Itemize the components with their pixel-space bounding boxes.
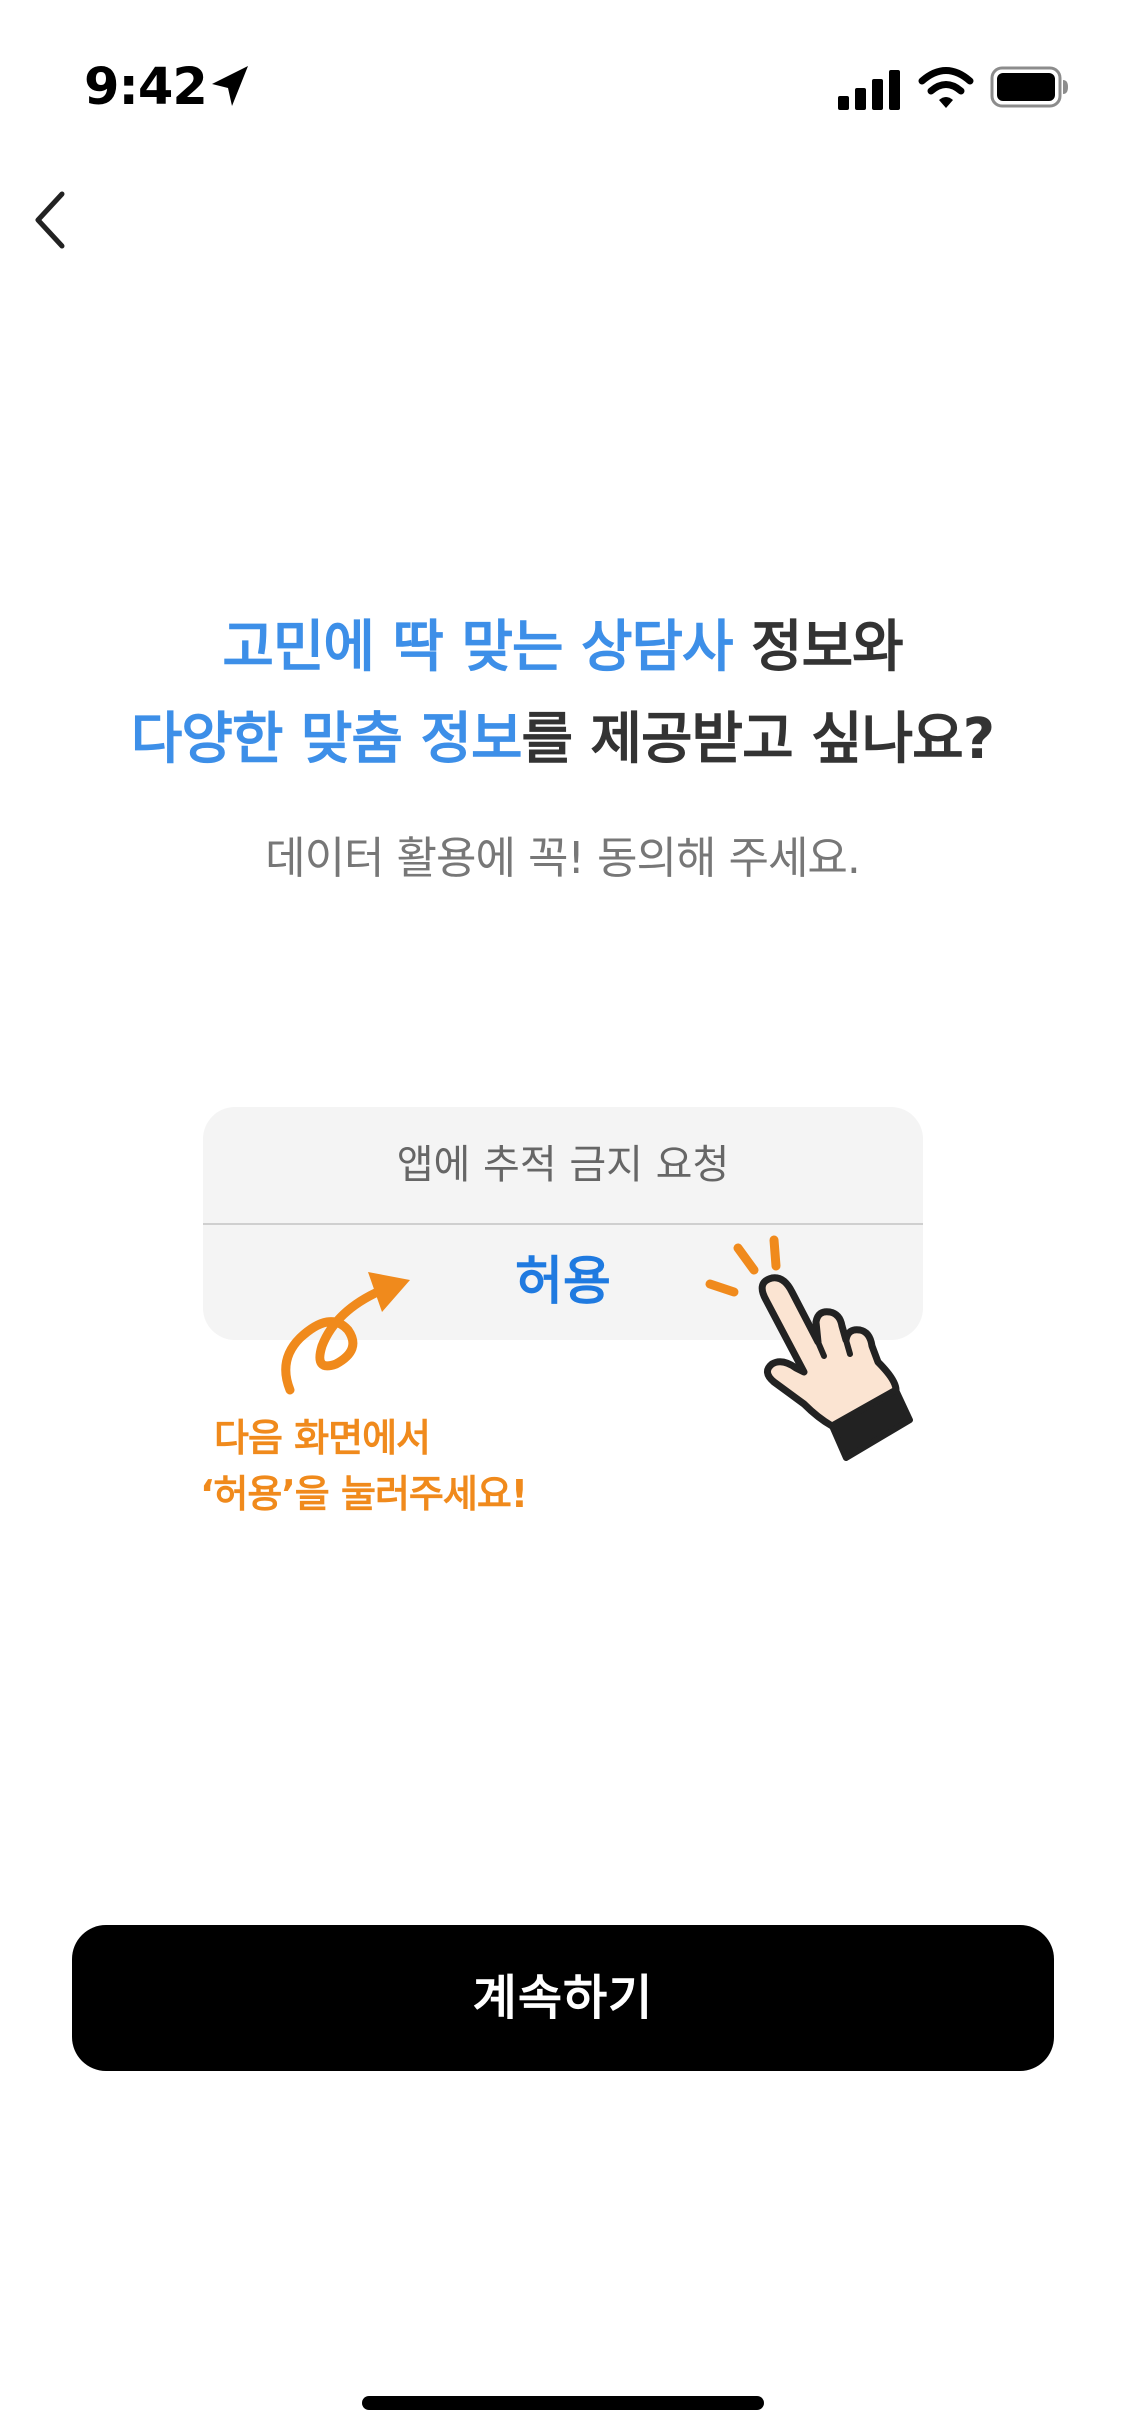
title-rest-2: 를 제공받고 싶나요? <box>521 707 996 772</box>
continue-button[interactable]: 계속하기 <box>72 1925 1054 2071</box>
status-time: 9:42 <box>84 58 208 117</box>
cellular-signal-icon <box>838 70 900 110</box>
instruction-annotation: 다음 화면에서 ‘허용’을 눌러주세요! <box>200 1410 600 1522</box>
title-rest-1: 정보와 <box>732 615 904 680</box>
page-subtitle: 데이터 활용에 꼭! 동의해 주세요. <box>265 833 861 884</box>
page-title: 고민에 딱 맞는 상담사 정보와 다양한 맞춤 정보를 제공받고 싶나요? <box>0 602 1125 786</box>
annotation-line-2: ‘허용’을 눌러주세요! <box>200 1472 528 1516</box>
status-bar: 9:42 <box>0 0 1125 132</box>
chevron-left-icon <box>35 191 65 249</box>
ask-not-to-track-option: 앱에 추적 금지 요청 <box>396 1142 730 1188</box>
home-indicator[interactable] <box>362 2396 764 2410</box>
battery-icon <box>990 66 1068 108</box>
pointing-hand-icon <box>705 1235 913 1461</box>
back-button[interactable] <box>18 180 98 260</box>
title-line-2: 다양한 맞춤 정보를 제공받고 싶나요? <box>0 694 1125 786</box>
wifi-icon <box>918 67 974 108</box>
title-line-1: 고민에 딱 맞는 상담사 정보와 <box>0 602 1125 694</box>
title-accent-1: 고민에 딱 맞는 상담사 <box>222 615 733 680</box>
annotation-line-1: 다음 화면에서 <box>214 1416 431 1460</box>
location-arrow-icon <box>212 66 248 106</box>
title-accent-2: 다양한 맞춤 정보 <box>130 707 523 772</box>
curly-arrow-icon <box>281 1272 410 1395</box>
